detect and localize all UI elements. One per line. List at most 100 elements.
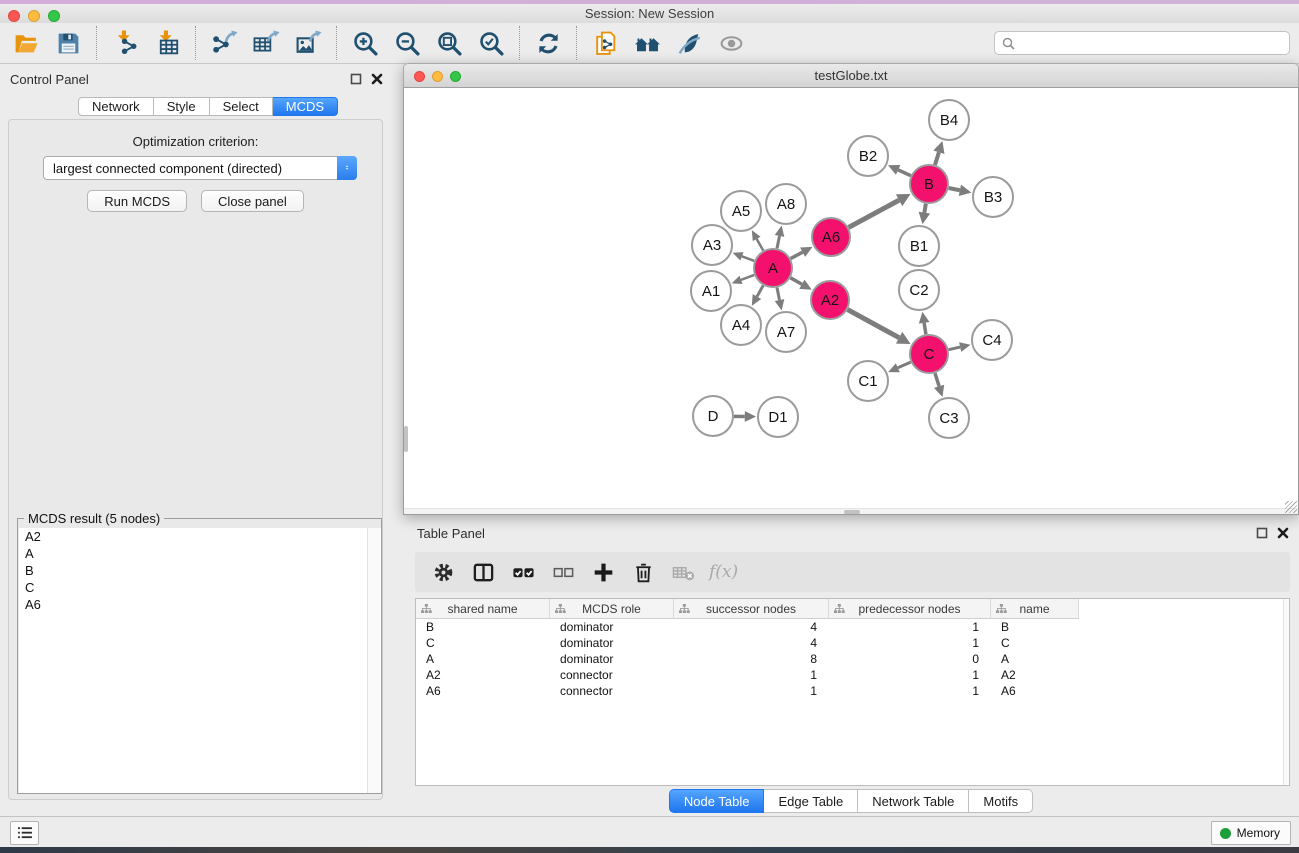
column-header-name[interactable]: name [991, 599, 1079, 619]
edge-A-A6[interactable] [791, 252, 803, 258]
memory-button[interactable]: Memory [1211, 821, 1291, 845]
network-window-titlebar[interactable]: testGlobe.txt [403, 63, 1299, 88]
table-cell[interactable]: A6 [416, 683, 550, 699]
zoom-in-button[interactable] [347, 26, 383, 60]
table-row[interactable]: Bdominator41B [416, 619, 1289, 635]
table-cell[interactable]: B [991, 619, 1079, 635]
edge-C-C2[interactable] [924, 323, 926, 334]
edge-A6-B[interactable] [849, 200, 900, 227]
column-settings-gear-button[interactable] [425, 556, 461, 588]
resize-grip-icon[interactable] [1285, 501, 1297, 513]
tab-style[interactable]: Style [154, 97, 210, 116]
table-scrollbar[interactable] [1283, 599, 1289, 785]
function-builder-button[interactable]: f(x) [705, 562, 738, 582]
edge-A-A5[interactable] [757, 239, 764, 251]
table-cell[interactable]: dominator [550, 651, 674, 667]
table-cell[interactable]: B [416, 619, 550, 635]
export-network-button[interactable] [206, 26, 242, 60]
tab-network[interactable]: Network [78, 97, 154, 116]
select-all-checkboxes-button[interactable] [505, 556, 541, 588]
apply-layout-button[interactable] [530, 26, 566, 60]
table-cell[interactable]: connector [550, 667, 674, 683]
tab-motifs[interactable]: Motifs [969, 789, 1033, 813]
network-vertical-scrollbar[interactable] [404, 426, 408, 452]
table-cell[interactable]: 4 [674, 635, 829, 651]
zoom-fit-button[interactable] [431, 26, 467, 60]
open-session-button[interactable] [8, 26, 44, 60]
edge-B-B2[interactable] [898, 170, 911, 176]
table-cell[interactable]: C [416, 635, 550, 651]
column-header-shared-name[interactable]: shared name [416, 599, 550, 619]
table-cell[interactable]: dominator [550, 619, 674, 635]
network-horizontal-scrollbar[interactable] [404, 508, 1298, 514]
edge-C-C4[interactable] [949, 347, 961, 350]
network-hscroll-thumb[interactable] [844, 510, 860, 514]
result-list-scrollbar[interactable] [367, 528, 380, 793]
export-image-button[interactable] [290, 26, 326, 60]
table-cell[interactable]: A6 [991, 683, 1079, 699]
table-cell[interactable]: 1 [829, 619, 991, 635]
close-panel-icon[interactable] [1276, 526, 1289, 539]
edge-A-A3[interactable] [742, 256, 754, 261]
close-panel-icon[interactable] [370, 72, 383, 85]
edge-B-B1[interactable] [924, 204, 925, 213]
search-box[interactable] [994, 31, 1290, 55]
tab-network-table[interactable]: Network Table [858, 789, 969, 813]
clear-table-button[interactable] [665, 556, 701, 588]
table-cell[interactable]: 1 [829, 667, 991, 683]
edge-B-B3[interactable] [949, 188, 960, 190]
table-cell[interactable]: A [991, 651, 1079, 667]
split-table-button[interactable] [465, 556, 501, 588]
delete-columns-button[interactable] [625, 556, 661, 588]
edge-C-C1[interactable] [898, 362, 911, 368]
mcds-result-list[interactable]: A2ABCA6 [19, 528, 381, 793]
table-row[interactable]: Cdominator41C [416, 635, 1289, 651]
float-panel-icon[interactable] [349, 72, 362, 85]
column-header-successor-nodes[interactable]: successor nodes [674, 599, 829, 619]
result-list-item[interactable]: A2 [19, 528, 381, 545]
table-cell[interactable]: 0 [829, 651, 991, 667]
network-canvas[interactable]: AA1A2A3A4A5A6A7A8BB1B2B3B4CC1C2C3C4DD1 [403, 88, 1299, 515]
table-row[interactable]: Adominator80A [416, 651, 1289, 667]
table-cell[interactable]: A2 [416, 667, 550, 683]
app-titlebar[interactable]: Session: New Session [0, 4, 1299, 23]
float-panel-icon[interactable] [1255, 526, 1268, 539]
network-graph[interactable]: AA1A2A3A4A5A6A7A8BB1B2B3B4CC1C2C3C4DD1 [405, 88, 1299, 507]
result-list-item[interactable]: C [19, 579, 381, 596]
edge-B-B4[interactable] [935, 152, 939, 165]
table-cell[interactable]: 8 [674, 651, 829, 667]
table-cell[interactable]: 1 [674, 683, 829, 699]
run-mcds-button[interactable]: Run MCDS [87, 190, 187, 212]
node-table[interactable]: shared nameMCDS rolesuccessor nodesprede… [415, 598, 1290, 786]
task-history-button[interactable] [10, 821, 39, 845]
show-graphics-details-button[interactable] [671, 26, 707, 60]
edge-A-A8[interactable] [777, 236, 780, 248]
column-header-predecessor-nodes[interactable]: predecessor nodes [829, 599, 991, 619]
edge-A-A2[interactable] [790, 278, 801, 284]
table-cell[interactable]: 1 [829, 635, 991, 651]
result-list-item[interactable]: B [19, 562, 381, 579]
table-cell[interactable]: A [416, 651, 550, 667]
add-column-button[interactable] [585, 556, 621, 588]
table-row[interactable]: A2connector11A2 [416, 667, 1289, 683]
table-row[interactable]: A6connector11A6 [416, 683, 1289, 699]
table-cell[interactable]: 1 [829, 683, 991, 699]
close-panel-button[interactable]: Close panel [201, 190, 304, 212]
zoom-out-button[interactable] [389, 26, 425, 60]
tab-mcds[interactable]: MCDS [273, 97, 338, 116]
table-cell[interactable]: connector [550, 683, 674, 699]
table-cell[interactable]: dominator [550, 635, 674, 651]
import-table-button[interactable] [149, 26, 185, 60]
home-button[interactable] [629, 26, 665, 60]
save-session-button[interactable] [50, 26, 86, 60]
zoom-selected-button[interactable] [473, 26, 509, 60]
table-cell[interactable]: A2 [991, 667, 1079, 683]
import-network-button[interactable] [107, 26, 143, 60]
edge-A-A1[interactable] [741, 275, 754, 280]
edge-A-A4[interactable] [757, 285, 763, 296]
table-cell[interactable]: C [991, 635, 1079, 651]
optimization-criterion-select[interactable]: largest connected component (directed) [43, 156, 357, 180]
eye-button[interactable] [713, 26, 749, 60]
export-table-button[interactable] [248, 26, 284, 60]
tab-edge-table[interactable]: Edge Table [764, 789, 858, 813]
